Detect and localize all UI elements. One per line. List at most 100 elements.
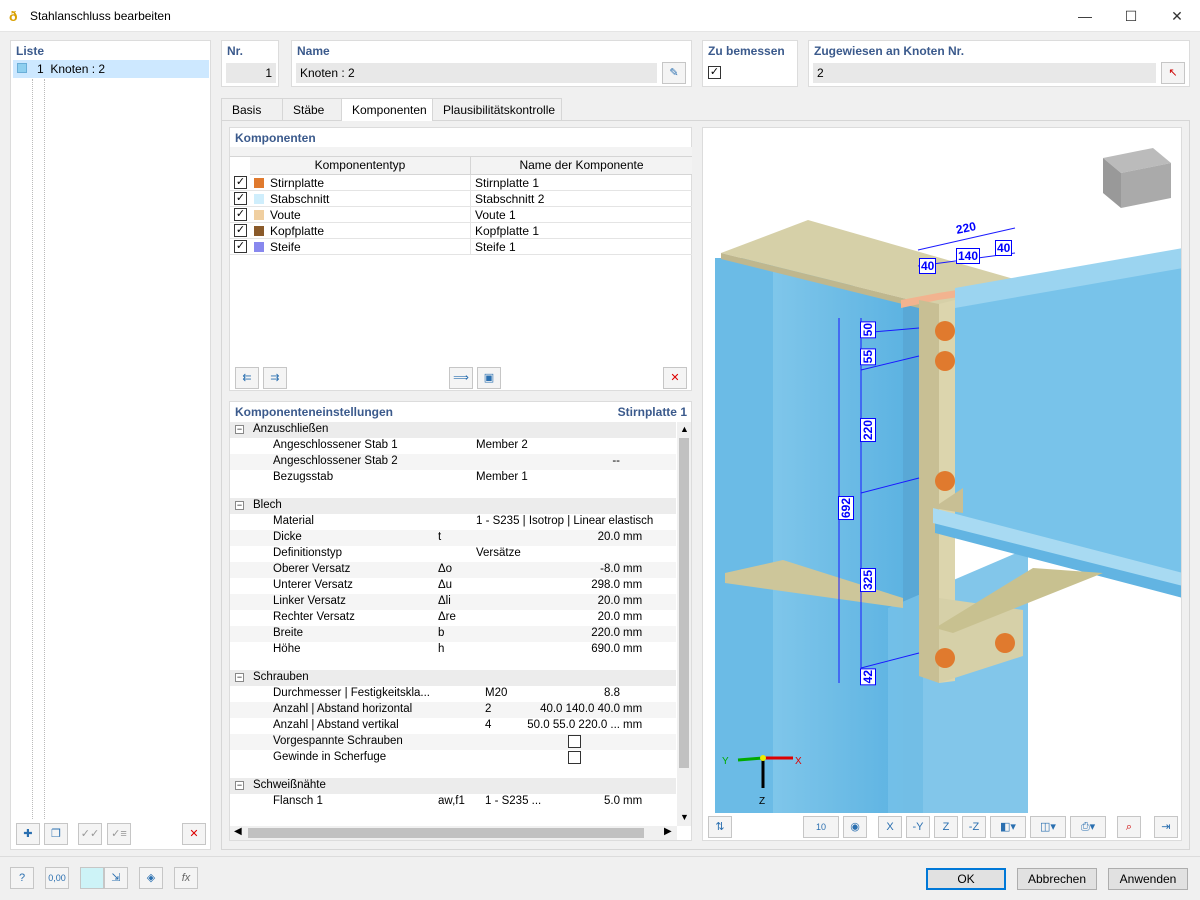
setting-value[interactable]: --: [612, 455, 620, 467]
list-item[interactable]: 1 Knoten : 2: [13, 60, 209, 78]
settings-row[interactable]: Durchmesser | Festigkeitskla... M20 8.8: [230, 686, 676, 702]
setting-value[interactable]: 220.0: [591, 627, 620, 639]
setting-value[interactable]: Versätze: [476, 547, 521, 559]
component-row[interactable]: ✓ Voute Voute 1: [230, 207, 692, 223]
settings-row[interactable]: Unterer Versatz Δu 298.0 mm: [230, 578, 676, 594]
component-row[interactable]: ✓ Steife Steife 1: [230, 239, 692, 255]
tab-basis[interactable]: Basis: [221, 98, 283, 120]
setting-value[interactable]: Member 1: [476, 471, 528, 483]
select-node-icon[interactable]: ↖: [1161, 62, 1185, 84]
import-component-icon[interactable]: ⟹: [449, 367, 473, 389]
settings-row[interactable]: Bezugsstab Member 1: [230, 470, 676, 486]
settings-row[interactable]: Anzahl | Abstand horizontal 2 40.0 140.0 4…: [230, 702, 676, 718]
settings-group[interactable]: − Schrauben: [230, 670, 676, 686]
zoom-reset-icon[interactable]: ⌕: [1117, 816, 1141, 838]
decimal-icon[interactable]: 0,00: [45, 867, 69, 889]
edit-name-icon[interactable]: ✎: [662, 62, 686, 84]
component-checkbox[interactable]: ✓: [234, 224, 247, 237]
setting-value[interactable]: Member 2: [476, 439, 528, 451]
component-checkbox[interactable]: ✓: [234, 208, 247, 221]
function-icon[interactable]: fx: [174, 867, 198, 889]
help-icon[interactable]: ?: [10, 867, 34, 889]
component-checkbox[interactable]: ✓: [234, 192, 247, 205]
settings-row[interactable]: Material 1 - S235 | Isotrop | Linear elas…: [230, 514, 676, 530]
scroll-left-icon[interactable]: ◀: [234, 826, 242, 837]
settings-group[interactable]: − Anzuschließen: [230, 422, 676, 438]
units-icon[interactable]: ⇲: [104, 867, 128, 889]
setting-value[interactable]: 1 - S235 | Isotrop | Linear elastisch: [476, 515, 653, 527]
cancel-button[interactable]: Abbrechen: [1017, 868, 1097, 890]
visibility-icon[interactable]: ◉: [843, 816, 867, 838]
settings-group[interactable]: − Schweißnähte: [230, 778, 676, 794]
setting-value-2[interactable]: 40.0 140.0 40.0: [540, 703, 620, 715]
settings-row[interactable]: Breite b 220.0 mm: [230, 626, 676, 642]
close-button[interactable]: ✕: [1154, 0, 1200, 32]
ok-button[interactable]: OK: [926, 868, 1006, 890]
component-row[interactable]: ✓ Stabschnitt Stabschnitt 2: [230, 191, 692, 207]
settings-row[interactable]: Linker Versatz Δli 20.0 mm: [230, 594, 676, 610]
tab-komponenten[interactable]: Komponenten: [341, 98, 433, 121]
tab-plausibilitaetskontrolle[interactable]: Plausibilitätskontrolle: [432, 98, 562, 120]
apply-button[interactable]: Anwenden: [1108, 868, 1188, 890]
view-minus-z-icon[interactable]: -Z: [962, 816, 986, 838]
collapse-icon[interactable]: −: [235, 673, 244, 682]
settings-row[interactable]: Oberer Versatz Δo -8.0 mm: [230, 562, 676, 578]
setting-value[interactable]: 690.0: [591, 643, 620, 655]
settings-row[interactable]: Höhe h 690.0 mm: [230, 642, 676, 658]
setting-value[interactable]: 298.0: [591, 579, 620, 591]
save-component-icon[interactable]: ▣: [477, 367, 501, 389]
setting-value-2[interactable]: 5.0: [604, 795, 620, 807]
setting-value[interactable]: 20.0: [598, 611, 620, 623]
setting-value[interactable]: 2: [485, 703, 491, 715]
setting-value[interactable]: 4: [485, 719, 491, 731]
name-field[interactable]: Knoten : 2: [296, 63, 657, 83]
setting-value-2[interactable]: 8.8: [604, 687, 620, 699]
delete-component-icon[interactable]: ✕: [663, 367, 687, 389]
dimension-scale-icon[interactable]: 10: [803, 816, 839, 838]
settings-group[interactable]: − Blech: [230, 498, 676, 514]
settings-row[interactable]: Angeschlossener Stab 2 --: [230, 454, 676, 470]
display-cube-icon[interactable]: ◫▾: [1030, 816, 1066, 838]
scroll-down-icon[interactable]: ▼: [680, 812, 689, 822]
view-settings-icon[interactable]: ⇅: [708, 816, 732, 838]
settings-row[interactable]: Gewinde in Scherfuge: [230, 750, 676, 766]
render-mode-icon[interactable]: ◧▾: [990, 816, 1026, 838]
minimize-button[interactable]: —: [1062, 0, 1108, 32]
collapse-icon[interactable]: −: [235, 781, 244, 790]
new-item-icon[interactable]: ✚: [16, 823, 40, 845]
setting-checkbox[interactable]: [568, 735, 581, 748]
check-all-icon[interactable]: ✓✓: [78, 823, 102, 845]
scroll-right-icon[interactable]: ▶: [664, 826, 672, 837]
uncheck-all-icon[interactable]: ✓≡: [107, 823, 131, 845]
vertical-scrollbar[interactable]: ▲ ▼: [677, 422, 691, 826]
setting-checkbox[interactable]: [568, 751, 581, 764]
component-checkbox[interactable]: ✓: [234, 176, 247, 189]
setting-value[interactable]: 20.0: [598, 595, 620, 607]
component-row[interactable]: ✓ Kopfplatte Kopfplatte 1: [230, 223, 692, 239]
design-checkbox[interactable]: ✓: [708, 66, 721, 79]
maximize-button[interactable]: ☐: [1108, 0, 1154, 32]
component-row[interactable]: ✓ Stirnplatte Stirnplatte 1: [230, 175, 692, 191]
component-checkbox[interactable]: ✓: [234, 240, 247, 253]
tab-staebe[interactable]: Stäbe: [282, 98, 342, 120]
setting-value-2[interactable]: 50.0 55.0 220.0 ...: [527, 719, 620, 731]
view-x-icon[interactable]: X: [878, 816, 902, 838]
settings-row[interactable]: Rechter Versatz Δre 20.0 mm: [230, 610, 676, 626]
collapse-icon[interactable]: −: [235, 425, 244, 434]
copy-item-icon[interactable]: ❐: [44, 823, 68, 845]
view-minus-y-icon[interactable]: -Y: [906, 816, 930, 838]
assigned-field[interactable]: 2: [813, 63, 1156, 83]
view-z-icon[interactable]: Z: [934, 816, 958, 838]
settings-row[interactable]: Vorgespannte Schrauben: [230, 734, 676, 750]
nr-field[interactable]: 1: [226, 63, 276, 83]
setting-value[interactable]: -8.0: [600, 563, 620, 575]
scroll-thumb[interactable]: [679, 438, 689, 768]
settings-row[interactable]: Flansch 1 aw,f1 1 - S235 ... 5.0 mm: [230, 794, 676, 810]
print-icon[interactable]: ⎙▾: [1070, 816, 1106, 838]
setting-value[interactable]: 1 - S235 ...: [485, 795, 541, 807]
collapse-icon[interactable]: −: [235, 501, 244, 510]
color-icon[interactable]: [80, 867, 104, 889]
model-view[interactable]: 220 40 140 40 50 55 220 325 42 692 X Y Z…: [702, 127, 1182, 841]
settings-row[interactable]: Anzahl | Abstand vertikal 4 50.0 55.0 220.…: [230, 718, 676, 734]
settings-row[interactable]: Dicke t 20.0 mm: [230, 530, 676, 546]
